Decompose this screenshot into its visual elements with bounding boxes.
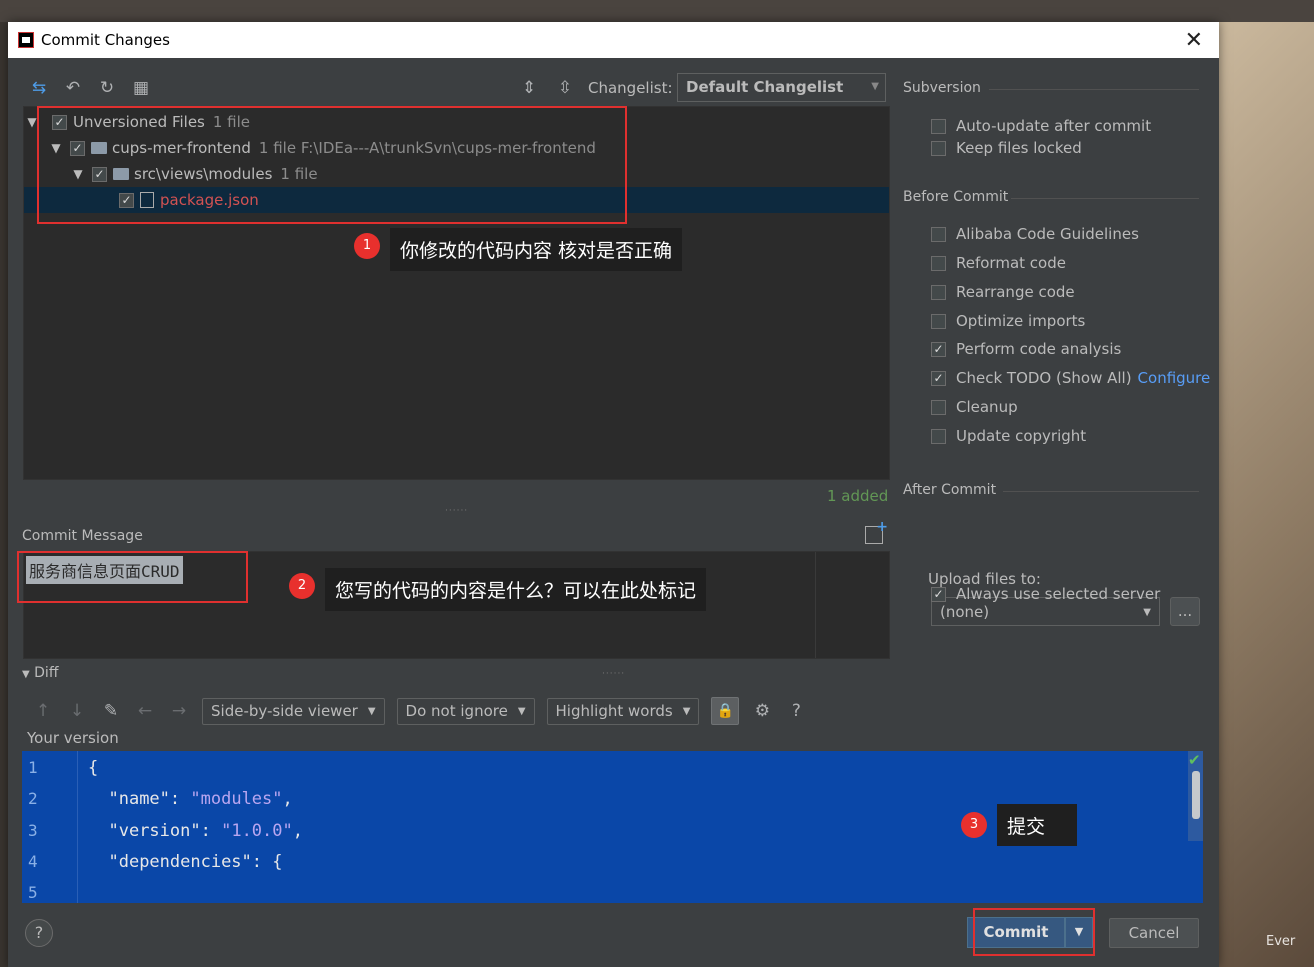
previous-file-icon[interactable]: ← [134, 700, 156, 722]
chevron-down-icon: ▼ [871, 81, 879, 92]
section-divider [1011, 198, 1199, 199]
annotation-box-changes [37, 106, 627, 224]
option-perform-code-analysis[interactable]: ✓ Perform code analysis [931, 340, 1121, 358]
code-line: { [88, 758, 99, 778]
checkbox[interactable]: ✓ [931, 586, 946, 602]
splitter-grip-icon[interactable]: ······ [445, 506, 468, 516]
window-title: Commit Changes [41, 31, 170, 49]
chevron-down-icon: ▼ [1143, 607, 1151, 618]
your-version-label: Your version [27, 729, 119, 747]
gutter-separator [77, 751, 78, 903]
line-number: 5 [28, 883, 38, 902]
changelist-dropdown[interactable]: Default Changelist ▼ [677, 73, 886, 102]
option-optimize-imports[interactable]: Optimize imports [931, 312, 1085, 330]
annotation-badge-2: 2 [289, 573, 315, 599]
option-cleanup[interactable]: Cleanup [931, 398, 1018, 416]
subversion-section-title: Subversion [903, 80, 1208, 96]
highlight-mode-dropdown[interactable]: Highlight words ▼ [546, 697, 700, 725]
background-window-strip [0, 0, 1314, 22]
checkbox[interactable]: ✓ [931, 341, 946, 357]
annotation-badge-1: 1 [354, 233, 380, 259]
checkbox[interactable] [931, 118, 946, 134]
checkbox[interactable] [931, 255, 946, 271]
changes-summary: 1 added [827, 487, 889, 505]
chevron-down-icon: ▼ [682, 705, 691, 717]
next-file-icon[interactable]: → [168, 700, 190, 722]
option-reformat-code[interactable]: Reformat code [931, 254, 1066, 272]
checkbox[interactable]: ✓ [931, 370, 946, 386]
option-rearrange-code[interactable]: Rearrange code [931, 283, 1075, 301]
option-always-use-server[interactable]: ✓ Always use selected server [931, 585, 1160, 603]
lock-icon[interactable]: 🔒 [711, 697, 740, 725]
annotation-callout-1: 你修改的代码内容 核对是否正确 [390, 228, 683, 271]
chevron-down-icon: ▼ [517, 705, 526, 717]
before-commit-section-title: Before Commit [903, 189, 1208, 205]
configure-link[interactable]: Configure [1138, 369, 1211, 387]
annotation-box-commit [973, 908, 1095, 956]
collapse-all-icon[interactable]: ⇳ [554, 77, 576, 99]
no-problems-check-icon: ✔ [1188, 751, 1201, 769]
rollback-icon[interactable]: ↶ [62, 77, 84, 99]
diff-help-button[interactable]: ? [785, 700, 807, 722]
show-diff-icon[interactable]: ⇆ [28, 77, 50, 99]
commit-history-icon[interactable] [865, 519, 888, 544]
help-button[interactable]: ? [25, 919, 53, 947]
option-alibaba-guidelines[interactable]: Alibaba Code Guidelines [931, 225, 1139, 243]
checkbox[interactable] [931, 313, 946, 329]
section-divider [989, 89, 1199, 90]
splitter-grip-icon[interactable]: ······ [602, 669, 625, 679]
changelist-value: Default Changelist [686, 78, 844, 96]
right-margin-guide [815, 552, 816, 658]
option-keep-files-locked[interactable]: Keep files locked [931, 139, 1082, 157]
collapse-triangle-icon: ▼ [22, 669, 30, 680]
annotation-badge-3: 3 [961, 812, 987, 838]
title-bar: Commit Changes ✕ [8, 22, 1219, 58]
code-line: "name": "modules", [108, 789, 293, 809]
option-auto-update[interactable]: Auto-update after commit [931, 117, 1151, 135]
tree-toolbar-right: ⇕ ⇳ [518, 74, 576, 102]
ignore-policy-dropdown[interactable]: Do not ignore ▼ [396, 697, 535, 725]
previous-difference-icon[interactable]: ↑ [32, 700, 54, 722]
changes-toolbar: ⇆ ↶ ↻ ▦ [28, 74, 152, 102]
configure-servers-button[interactable]: ... [1170, 597, 1200, 626]
annotation-callout-2: 您写的代码的内容是什么？可以在此处标记 [325, 568, 707, 611]
refresh-icon[interactable]: ↻ [96, 77, 118, 99]
diff-section-toggle[interactable]: ▼ Diff [22, 665, 58, 681]
commit-message-label: Commit Message [22, 528, 143, 544]
line-number: 1 [28, 758, 38, 777]
close-button[interactable]: ✕ [1185, 28, 1203, 53]
checkbox[interactable] [931, 428, 946, 444]
line-number: 3 [28, 821, 38, 840]
gear-icon[interactable]: ⚙ [751, 700, 773, 722]
after-commit-section-title: After Commit [903, 482, 1208, 498]
diff-toolbar: ↑ ↓ ✎ ← → Side-by-side viewer ▼ Do not i… [32, 696, 807, 726]
edit-source-icon[interactable]: ✎ [100, 700, 122, 722]
checkbox[interactable] [931, 284, 946, 300]
option-update-copyright[interactable]: Update copyright [931, 427, 1086, 445]
code-line: "version": "1.0.0", [108, 821, 303, 841]
chevron-down-icon: ▼ [367, 705, 376, 717]
background-left-strip [0, 22, 8, 967]
annotation-box-message [17, 551, 248, 603]
checkbox[interactable] [931, 226, 946, 242]
line-number: 2 [28, 789, 38, 808]
expand-all-icon[interactable]: ⇕ [518, 77, 540, 99]
changelist-label: Changelist: [588, 79, 673, 97]
group-by-icon[interactable]: ▦ [130, 77, 152, 99]
intellij-logo-icon [18, 32, 34, 48]
section-divider [1003, 491, 1199, 492]
option-check-todo[interactable]: ✓ Check TODO (Show All) Configure [931, 369, 1210, 387]
cancel-button[interactable]: Cancel [1109, 918, 1199, 948]
viewer-mode-dropdown[interactable]: Side-by-side viewer ▼ [202, 697, 385, 725]
annotation-callout-3: 提交 [997, 804, 1077, 846]
checkbox[interactable] [931, 140, 946, 156]
code-line: "dependencies": { [108, 852, 283, 872]
next-difference-icon[interactable]: ↓ [66, 700, 88, 722]
line-number: 4 [28, 852, 38, 871]
checkbox[interactable] [931, 399, 946, 415]
scrollbar-thumb[interactable] [1192, 771, 1200, 819]
background-event-log-text: Ever [1266, 934, 1296, 949]
